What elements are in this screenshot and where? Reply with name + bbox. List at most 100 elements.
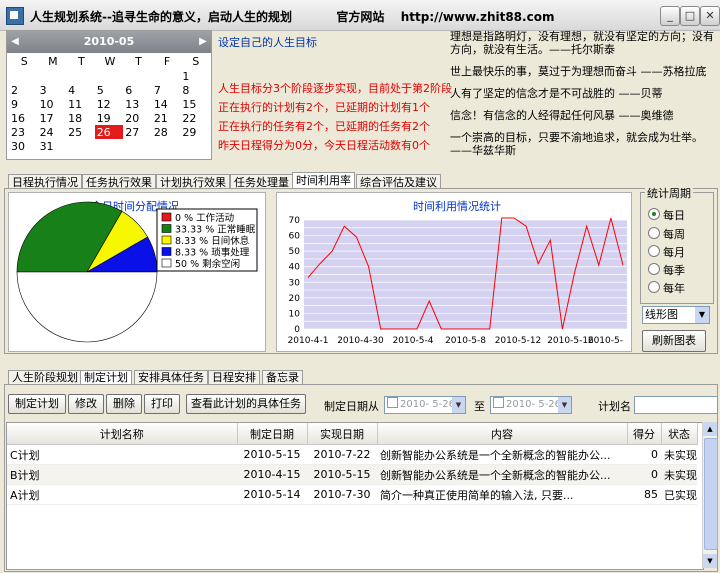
plan-name-input[interactable] (634, 396, 718, 414)
column-header[interactable]: 得分 (627, 423, 662, 445)
calendar-day[interactable]: 12 (95, 97, 124, 111)
x-tick-label: 2010-5-12 (495, 336, 542, 346)
chevron-down-icon[interactable]: ▼ (695, 307, 709, 323)
calendar-day[interactable]: 9 (9, 97, 38, 111)
calendar-day[interactable]: 14 (152, 97, 181, 111)
maximize-button[interactable]: □ (680, 6, 700, 26)
plan-table-container: 计划名称 制定日期 实现日期 内容 得分 状态 C计划 2010-5-15 2010-7-22… (6, 422, 704, 570)
calendar-next-icon[interactable]: ▶ (198, 36, 208, 48)
column-header[interactable]: 内容 (377, 423, 628, 445)
calendar-day[interactable]: 20 (123, 111, 152, 125)
calendar-day[interactable]: 17 (38, 111, 67, 125)
calendar-day[interactable]: 2 (9, 83, 38, 97)
legend-label: 0 % 工作活动 (175, 212, 234, 224)
calendar-day[interactable]: 24 (38, 125, 67, 139)
table-cell: 简介一种真正使用简单的输入法, 只要... (377, 484, 627, 505)
chevron-down-icon[interactable]: ▼ (452, 397, 465, 413)
date-to-picker[interactable]: 2010- 5-26 ▼ (490, 396, 572, 414)
column-header[interactable]: 制定日期 (237, 423, 308, 445)
calendar-day (180, 139, 209, 153)
calendar-day[interactable]: 7 (152, 83, 181, 97)
make-plan-button[interactable]: 制定计划 (8, 394, 66, 414)
y-tick-label: 20 (289, 294, 301, 304)
weekday-header: T (78, 55, 85, 68)
period-weekly-radio[interactable]: 每周 (648, 226, 685, 242)
chevron-down-icon[interactable]: ▼ (558, 397, 571, 413)
calendar-day[interactable]: 29 (180, 125, 209, 139)
scroll-up-icon[interactable]: ▲ (703, 422, 717, 436)
calendar-prev-icon[interactable]: ◀ (10, 36, 20, 48)
y-tick-label: 70 (289, 216, 301, 226)
radio-icon (648, 281, 660, 293)
calendar-day[interactable]: 27 (123, 125, 152, 139)
date-from-picker[interactable]: 2010- 5-26 ▼ (384, 396, 466, 414)
calendar-day[interactable]: 4 (66, 83, 95, 97)
calendar-day[interactable]: 18 (66, 111, 95, 125)
table-cell: C计划 (7, 444, 237, 465)
calendar-day[interactable]: 30 (9, 139, 38, 153)
calendar-day (9, 69, 38, 83)
date-from-label: 制定日期从 (324, 400, 379, 413)
chart-type-select[interactable]: 线形图 ▼ (642, 306, 710, 324)
column-header[interactable]: 计划名称 (7, 423, 238, 445)
delete-button[interactable]: 删除 (106, 394, 142, 414)
pie-slices (16, 201, 158, 343)
calendar-day[interactable]: 26 (94, 125, 124, 139)
close-button[interactable]: ✕ (700, 6, 720, 26)
calendar-day[interactable]: 23 (9, 125, 38, 139)
month-calendar[interactable]: 2010-05 ◀ ▶ SMTWTFS 1 2 3 4 5 6 7 8 9 10 11 12 13 14 1… (6, 30, 212, 160)
tab-make-plan[interactable]: 制定计划 (80, 370, 132, 385)
date-to-checkbox[interactable] (493, 397, 504, 408)
calendar-day[interactable]: 8 (180, 83, 209, 97)
radio-icon (648, 263, 660, 275)
x-tick-label: 2010-4-30 (337, 336, 384, 346)
print-button[interactable]: 打印 (144, 394, 180, 414)
calendar-day[interactable]: 10 (38, 97, 67, 111)
column-header[interactable]: 实现日期 (307, 423, 378, 445)
table-cell: 0 (627, 464, 661, 485)
legend-swatch (161, 212, 172, 222)
calendar-day[interactable]: 3 (38, 83, 67, 97)
chart-type-value: 线形图 (645, 308, 678, 321)
calendar-day[interactable]: 6 (123, 83, 152, 97)
scroll-thumb[interactable] (704, 438, 718, 550)
table-row[interactable]: A计划 2010-5-14 2010-7-30 简介一种真正使用简单的输入法, 只要.… (7, 484, 697, 505)
table-cell: 2010-7-22 (307, 444, 377, 465)
calendar-day[interactable]: 28 (152, 125, 181, 139)
calendar-day[interactable]: 22 (180, 111, 209, 125)
calendar-day[interactable]: 25 (66, 125, 95, 139)
minimize-button[interactable]: _ (660, 6, 680, 26)
calendar-day[interactable]: 16 (9, 111, 38, 125)
calendar-day[interactable]: 5 (95, 83, 124, 97)
calendar-week: 23 24 25 26 27 28 29 (9, 125, 209, 139)
calendar-day (66, 69, 95, 83)
view-plan-tasks-button[interactable]: 查看此计划的具体任务 (186, 394, 306, 414)
plan-table: 计划名称 制定日期 实现日期 内容 得分 状态 C计划 2010-5-15 2010-7-22… (7, 423, 698, 505)
date-from-checkbox[interactable] (387, 397, 398, 408)
period-daily-radio[interactable]: 每日 (648, 207, 685, 223)
refresh-chart-button[interactable]: 刷新图表 (642, 330, 706, 352)
calendar-day[interactable]: 13 (123, 97, 152, 111)
calendar-day[interactable]: 1 (180, 69, 209, 83)
calendar-day[interactable]: 15 (180, 97, 209, 111)
weekday-header: S (20, 55, 28, 68)
calendar-day[interactable]: 19 (95, 111, 124, 125)
goals-heading[interactable]: 设定自己的人生目标 (218, 34, 317, 50)
website-url[interactable]: http://www.zhit88.com (401, 10, 555, 24)
calendar-day[interactable]: 11 (66, 97, 95, 111)
table-row[interactable]: B计划 2010-4-15 2010-5-15 创新智能办公系统是一个全新概念的智能办… (7, 464, 697, 485)
edit-button[interactable]: 修改 (68, 394, 104, 414)
period-yearly-radio[interactable]: 每年 (648, 280, 685, 296)
table-scrollbar[interactable]: ▲ ▼ (702, 422, 718, 568)
calendar-day[interactable]: 31 (38, 139, 67, 153)
tab-schedule[interactable]: 日程安排 (208, 370, 260, 385)
calendar-day[interactable]: 21 (152, 111, 181, 125)
period-quarterly-radio[interactable]: 每季 (648, 262, 685, 278)
tab-arrange-tasks[interactable]: 安排具体任务 (134, 370, 208, 385)
scroll-down-icon[interactable]: ▼ (703, 554, 717, 568)
period-monthly-radio[interactable]: 每月 (648, 244, 685, 260)
tab-memo[interactable]: 备忘录 (262, 370, 303, 385)
tab-life-stage[interactable]: 人生阶段规划 (8, 370, 82, 385)
table-row[interactable]: C计划 2010-5-15 2010-7-22 创新智能办公系统是一个全新概念的智能办… (7, 444, 697, 465)
column-header[interactable]: 状态 (661, 423, 698, 445)
